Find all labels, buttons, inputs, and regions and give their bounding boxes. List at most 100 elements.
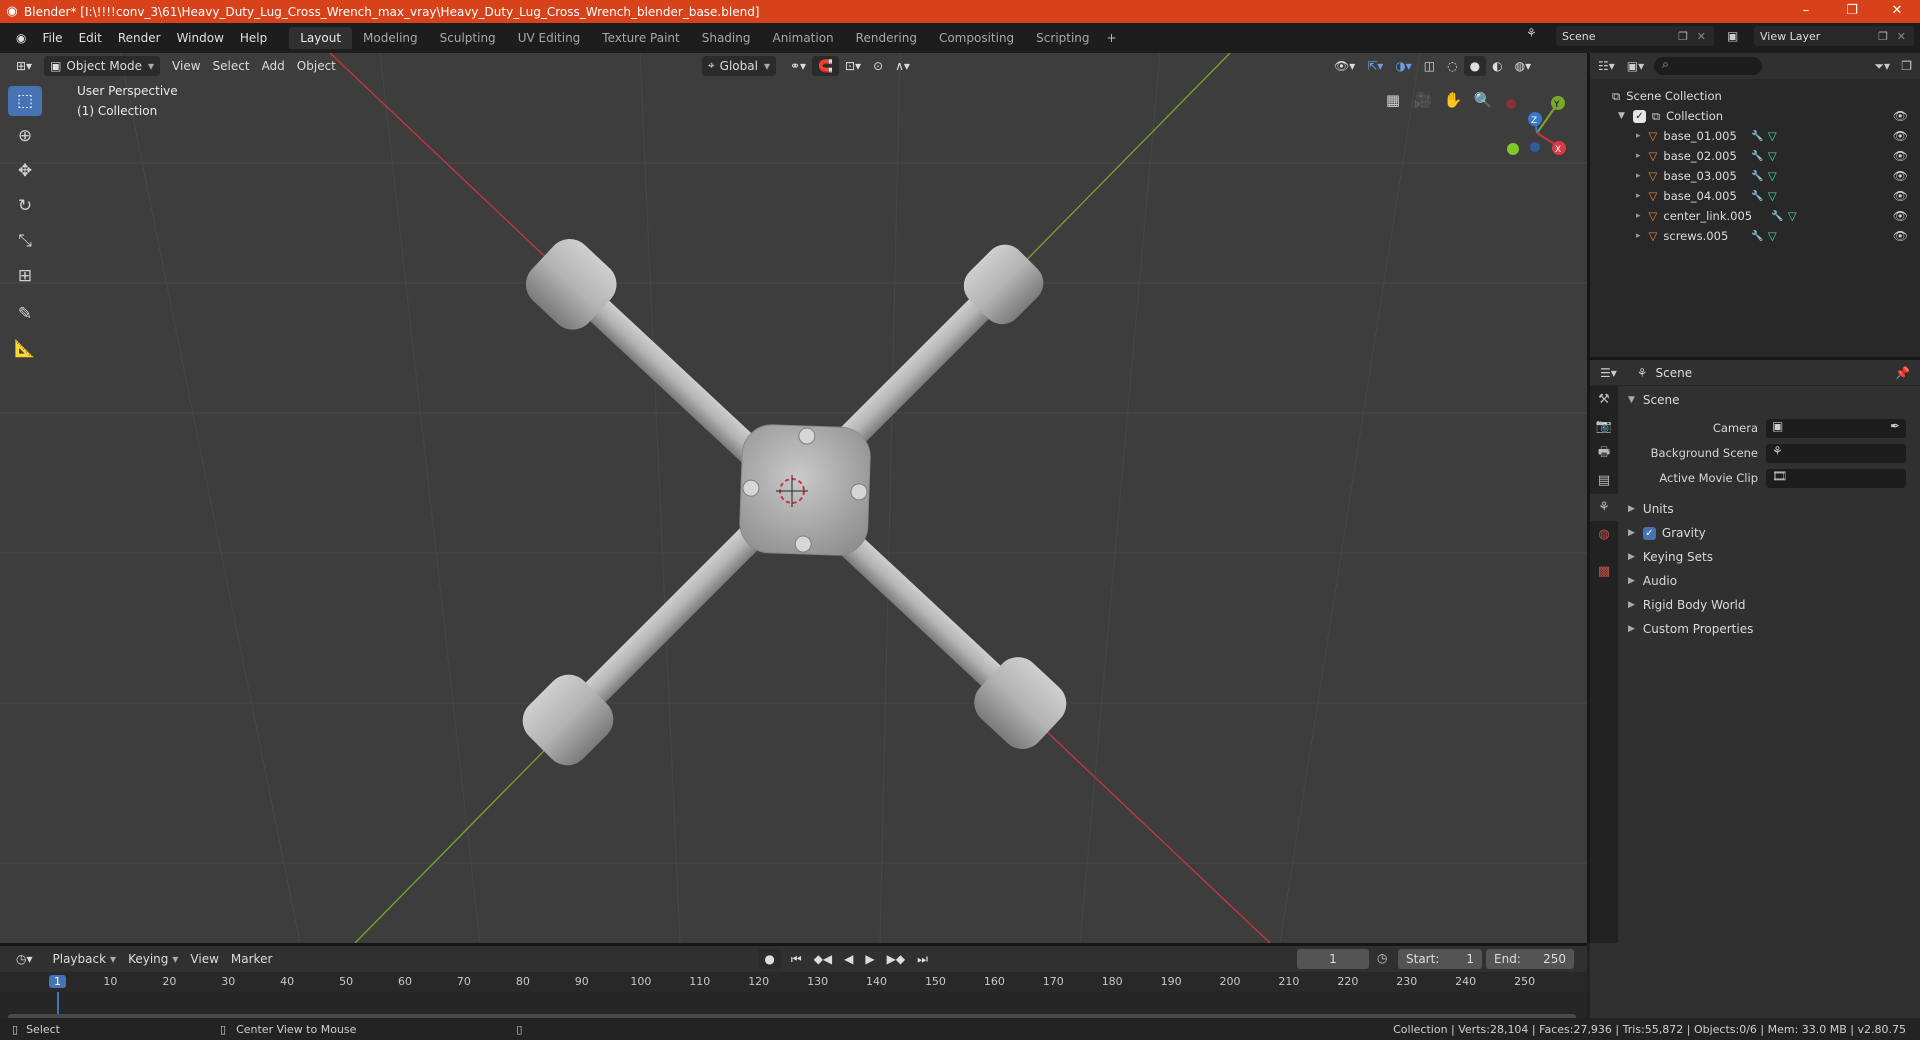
modifier-icon[interactable]: 🔧 [1751,171,1763,182]
tab-layout[interactable]: Layout [289,27,353,49]
mesh-data-icon[interactable]: ▽ [1768,189,1777,203]
mesh-data-icon[interactable]: ▽ [1768,149,1777,163]
pin-icon[interactable]: 📌 [1895,366,1910,380]
display-mode-icon[interactable]: ▣▾ [1627,59,1644,73]
collection-visibility-icon[interactable]: 👁 [1893,109,1908,123]
mode-selector[interactable]: ▣ Object Mode ▾ [44,55,161,76]
outliner-editor-icon[interactable]: ☷▾ [1598,59,1615,73]
outliner-object-row[interactable]: ▸ ▽ base_01.005 🔧 ▽ 👁 [1590,126,1920,146]
tab-compositing[interactable]: Compositing [928,27,1025,49]
rigid-body-world-section[interactable]: ▶ Rigid Body World [1618,593,1920,617]
tab-sculpting[interactable]: Sculpting [429,27,507,49]
outliner-collection[interactable]: ▼ ✓ ⧉ Collection 👁 [1590,106,1920,126]
record-button-icon[interactable]: ● [758,949,781,969]
transform-orientation-selector[interactable]: ⌖ Global ▾ [701,55,776,76]
cursor-tool-icon[interactable]: ⊕ [8,121,42,151]
new-view-layer-icon[interactable]: ❐ [1878,30,1888,43]
add-workspace-button[interactable]: + [1101,27,1123,49]
filter-icon[interactable]: ⏷▾ [1874,59,1890,74]
solid-shading-icon[interactable]: ● [1463,55,1487,76]
close-button[interactable]: ✕ [1874,0,1920,23]
menu-edit[interactable]: Edit [71,31,110,45]
select-box-tool-icon[interactable]: ⬚ [8,86,42,116]
modifier-icon[interactable]: 🔧 [1751,191,1763,202]
view-layer-selector[interactable]: View Layer ❐ ✕ [1754,26,1914,46]
output-tab-icon[interactable]: 🖶 [1590,440,1618,467]
rotate-tool-icon[interactable]: ↻ [8,191,42,221]
snap-target-icon[interactable]: ⊡▾ [839,56,867,76]
scene-icon[interactable]: ⚘ [1526,26,1537,40]
viewport-menu-add[interactable]: Add [256,56,291,76]
pan-view-icon[interactable]: ✋ [1440,87,1466,113]
texture-tab-icon[interactable]: ▩ [1590,558,1618,585]
new-collection-icon[interactable]: ❐ [1901,59,1912,73]
modifier-icon[interactable]: 🔧 [1771,211,1783,222]
outliner-scene-collection[interactable]: ⧉ Scene Collection [1590,86,1920,106]
expand-arrow-icon[interactable]: ▸ [1636,171,1641,181]
object-visibility-icon[interactable]: 👁 [1893,229,1908,243]
mesh-data-icon[interactable]: ▽ [1788,209,1797,223]
material-shading-icon[interactable]: ◐ [1486,56,1508,76]
custom-properties-section[interactable]: ▶ Custom Properties [1618,617,1920,641]
timeline-menu-marker[interactable]: Marker [225,949,278,969]
object-visibility-icon[interactable]: 👁 [1893,209,1908,223]
outliner-object-row[interactable]: ▸ ▽ base_02.005 🔧 ▽ 👁 [1590,146,1920,166]
view-layer-tab-icon[interactable]: ▤ [1590,467,1618,494]
gravity-checkbox[interactable]: ✓ [1642,526,1656,540]
mesh-data-icon[interactable]: ▽ [1768,169,1777,183]
keying-sets-section[interactable]: ▶ Keying Sets [1618,545,1920,569]
timeline-editor-icon[interactable]: ◷▾ [10,949,39,969]
tool-tab-icon[interactable]: ⚒ [1590,386,1618,413]
navigation-gizmo[interactable]: Y X Z [1506,96,1566,155]
expand-arrow-icon[interactable]: ▼ [1618,111,1625,121]
measure-tool-icon[interactable]: 📐 [8,334,42,364]
menu-help[interactable]: Help [232,31,275,45]
gizmo-toggle-icon[interactable]: ⇱▾ [1361,56,1389,76]
properties-editor-icon[interactable]: ☰▾ [1600,366,1617,380]
menu-window[interactable]: Window [169,31,232,45]
zoom-view-icon[interactable]: 🔍 [1470,87,1496,113]
jump-keyframe-forward-icon[interactable]: ▶◆ [881,949,911,969]
view-layer-icon[interactable]: ▣ [1727,29,1738,43]
tab-modeling[interactable]: Modeling [352,27,429,49]
end-frame-field[interactable]: End: 250 [1486,949,1574,969]
xray-toggle-icon[interactable]: ◫ [1418,56,1441,76]
tab-scripting[interactable]: Scripting [1025,27,1100,49]
scene-tab-icon[interactable]: ⚘ [1590,494,1618,521]
expand-arrow-icon[interactable]: ▸ [1636,131,1641,141]
camera-field[interactable]: ▣ ✒ [1766,419,1906,438]
pivot-point-icon[interactable]: ⚭▾ [784,56,812,76]
outliner-object-row[interactable]: ▸ ▽ base_04.005 🔧 ▽ 👁 [1590,186,1920,206]
jump-end-icon[interactable]: ⏭ [911,949,934,969]
play-reverse-icon[interactable]: ◀ [838,949,859,969]
outliner-object-row[interactable]: ▸ ▽ base_03.005 🔧 ▽ 👁 [1590,166,1920,186]
wireframe-shading-icon[interactable]: ◌ [1441,56,1463,76]
overlay-toggle-icon[interactable]: ◑▾ [1389,56,1418,76]
object-visibility-icon[interactable]: 👁 [1893,189,1908,203]
rendered-shading-icon[interactable]: ◍▾ [1509,56,1538,76]
snap-icon[interactable]: 🧲 [812,55,839,76]
falloff-icon[interactable]: ∧▾ [889,56,916,76]
viewport-menu-select[interactable]: Select [207,56,256,76]
collection-checkbox[interactable]: ✓ [1632,109,1646,123]
modifier-icon[interactable]: 🔧 [1751,131,1763,142]
maximize-button[interactable]: ❐ [1829,0,1875,23]
current-frame-field[interactable]: 1 [1297,949,1369,969]
eyedropper-icon[interactable]: ✒ [1890,419,1900,433]
editor-type-icon[interactable]: ⊞▾ [10,56,38,76]
scene-selector[interactable]: Scene ❐ ✕ [1556,26,1714,46]
modifier-icon[interactable]: 🔧 [1751,231,1763,242]
move-tool-icon[interactable]: ✥ [8,156,42,186]
object-visibility-icon[interactable]: 👁 [1893,149,1908,163]
tab-uv-editing[interactable]: UV Editing [507,27,592,49]
scale-tool-icon[interactable]: ⤡ [8,226,42,256]
new-scene-icon[interactable]: ❐ [1678,30,1688,43]
outliner-object-row[interactable]: ▸ ▽ screws.005 🔧 ▽ 👁 [1590,226,1920,246]
delete-view-layer-icon[interactable]: ✕ [1897,30,1906,43]
tab-animation[interactable]: Animation [761,27,844,49]
expand-arrow-icon[interactable]: ▸ [1636,231,1641,241]
gravity-section[interactable]: ▶ ✓ Gravity [1618,521,1920,545]
outliner-search-input[interactable]: ⌕ [1654,57,1763,75]
expand-arrow-icon[interactable]: ▸ [1636,211,1641,221]
camera-view-icon[interactable]: 🎥 [1410,87,1436,113]
